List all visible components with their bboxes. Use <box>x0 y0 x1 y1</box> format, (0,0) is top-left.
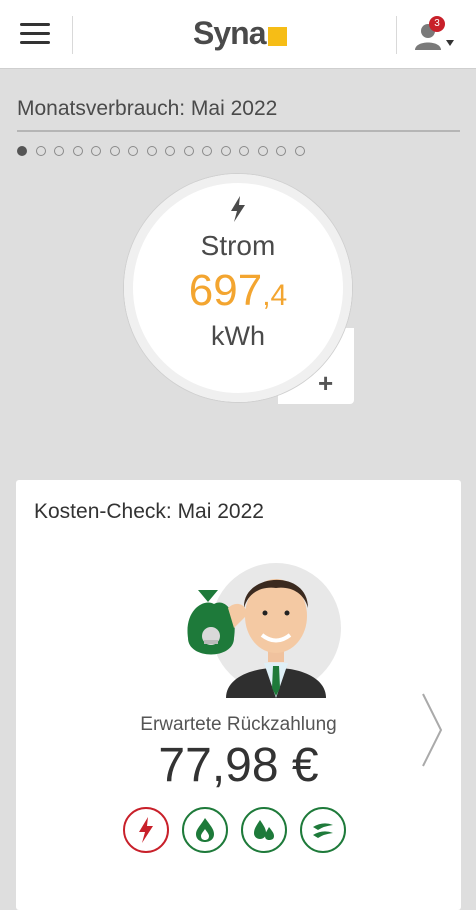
pager-dot[interactable] <box>109 146 120 156</box>
card-title: Kosten-Check: Mai 2022 <box>34 500 264 523</box>
notification-badge: 3 <box>429 16 445 32</box>
pager-dot[interactable] <box>239 146 249 156</box>
strom-icon[interactable] <box>123 807 169 853</box>
gauge-value-sep: , <box>262 279 271 312</box>
title-underline <box>17 130 460 132</box>
water-icon[interactable] <box>241 807 287 853</box>
gauge-unit: kWh <box>211 321 265 351</box>
advisor-illustration-icon <box>187 563 341 698</box>
next-card-chevron-icon[interactable] <box>419 690 445 770</box>
logo-text: Syna <box>193 14 266 51</box>
menu-bar-icon <box>20 41 50 44</box>
header-divider <box>72 16 73 54</box>
pager-dot[interactable] <box>91 146 101 156</box>
gauge-value: 697,4 <box>124 266 352 316</box>
pager-dots <box>17 146 313 156</box>
expected-refund-amount: 77,98 € <box>158 739 319 792</box>
pager-dot[interactable] <box>183 146 194 156</box>
menu-bar-icon <box>20 32 50 35</box>
header-divider <box>396 16 397 54</box>
logo: Syna <box>193 13 288 53</box>
logo-square-icon <box>268 26 288 46</box>
gas-icon[interactable] <box>182 807 228 853</box>
gauge-value-dec: 4 <box>270 279 288 312</box>
pager-dot[interactable] <box>35 146 46 156</box>
menu-bar-icon <box>20 23 50 26</box>
pager-dot[interactable] <box>202 146 212 156</box>
pager-dot[interactable] <box>17 146 27 156</box>
energy-type-icons <box>123 807 359 853</box>
page-title: Monatsverbrauch: Mai 2022 <box>17 97 278 120</box>
pager-dot[interactable] <box>72 146 83 156</box>
cost-check-card[interactable]: Kosten-Check: Mai 2022 Erwartete Rückzah… <box>16 480 461 910</box>
pager-dot[interactable] <box>54 146 64 156</box>
user-menu-button[interactable]: 3 <box>412 16 462 56</box>
add-reading-button[interactable]: + <box>318 370 333 396</box>
heat-icon[interactable] <box>300 807 346 853</box>
app-header: Syna 3 <box>0 0 476 69</box>
pager-dot[interactable] <box>294 146 305 156</box>
pager-dot[interactable] <box>257 146 268 156</box>
lightning-icon <box>231 196 245 222</box>
pager-dot[interactable] <box>276 146 286 156</box>
pager-dot[interactable] <box>128 146 138 156</box>
pager-dot[interactable] <box>146 146 157 156</box>
gauge-label: Strom <box>200 230 276 261</box>
pager-dot[interactable] <box>165 146 175 156</box>
pager-dot[interactable] <box>220 146 231 156</box>
expected-refund-label: Erwartete Rückzahlung <box>140 714 337 735</box>
menu-button[interactable] <box>20 23 50 45</box>
gauge-value-int: 697 <box>188 266 263 315</box>
